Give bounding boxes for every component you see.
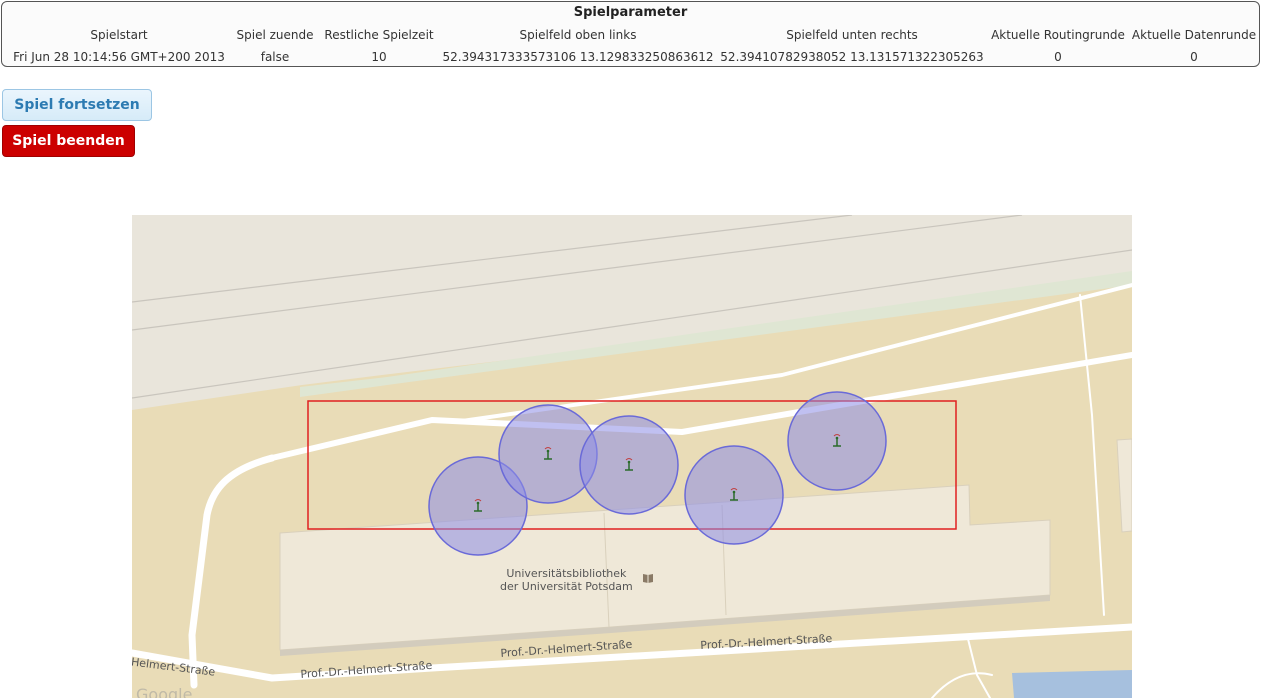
param-column-spielstart: Spielstart Fri Jun 28 10:14:56 GMT+200 2…: [8, 27, 230, 65]
param-value: 52.394317333573106 13.129833250863612: [442, 50, 714, 64]
panel-title: Spielparameter: [573, 5, 688, 20]
param-column-spielfeld-oben-links: Spielfeld oben links 52.394317333573106 …: [442, 27, 714, 65]
param-column-restliche-spielzeit: Restliche Spielzeit 10: [320, 27, 438, 65]
param-value: false: [260, 50, 290, 64]
param-header: Spielfeld unten rechts: [786, 28, 918, 42]
param-column-aktuelle-datenrunde: Aktuelle Datenrunde 0: [1130, 27, 1258, 65]
google-logo[interactable]: Google: [136, 685, 192, 698]
library-label-line1: Universitätsbibliothek: [506, 567, 627, 580]
param-header: Spielfeld oben links: [519, 28, 637, 42]
param-header: Aktuelle Datenrunde: [1131, 28, 1257, 42]
param-value: 10: [371, 50, 387, 64]
game-parameters-panel: Spielparameter Spielstart Fri Jun 28 10:…: [1, 1, 1260, 67]
book-icon: [643, 574, 653, 583]
param-header: Spiel zuende: [236, 28, 314, 42]
param-value: 52.39410782938052 13.131571322305263: [720, 50, 984, 64]
param-value: 0: [1054, 50, 1062, 64]
param-value: Fri Jun 28 10:14:56 GMT+200 2013: [13, 50, 225, 64]
param-column-spielfeld-unten-rechts: Spielfeld unten rechts 52.39410782938052…: [718, 27, 986, 65]
param-header: Aktuelle Routingrunde: [991, 28, 1125, 42]
param-column-aktuelle-routingrunde: Aktuelle Routingrunde 0: [990, 27, 1126, 65]
map-view[interactable]: Universitätsbibliothek der Universität P…: [132, 215, 1132, 698]
continue-game-button[interactable]: Spiel fortsetzen: [2, 89, 152, 121]
library-label: Universitätsbibliothek der Universität P…: [500, 567, 633, 593]
map-canvas: [132, 215, 1132, 698]
end-game-button[interactable]: Spiel beenden: [2, 125, 135, 157]
param-column-spiel-zuende: Spiel zuende false: [232, 27, 318, 65]
library-label-line2: der Universität Potsdam: [500, 580, 633, 593]
param-header: Restliche Spielzeit: [324, 28, 434, 42]
param-header: Spielstart: [90, 28, 148, 42]
param-value: 0: [1190, 50, 1198, 64]
